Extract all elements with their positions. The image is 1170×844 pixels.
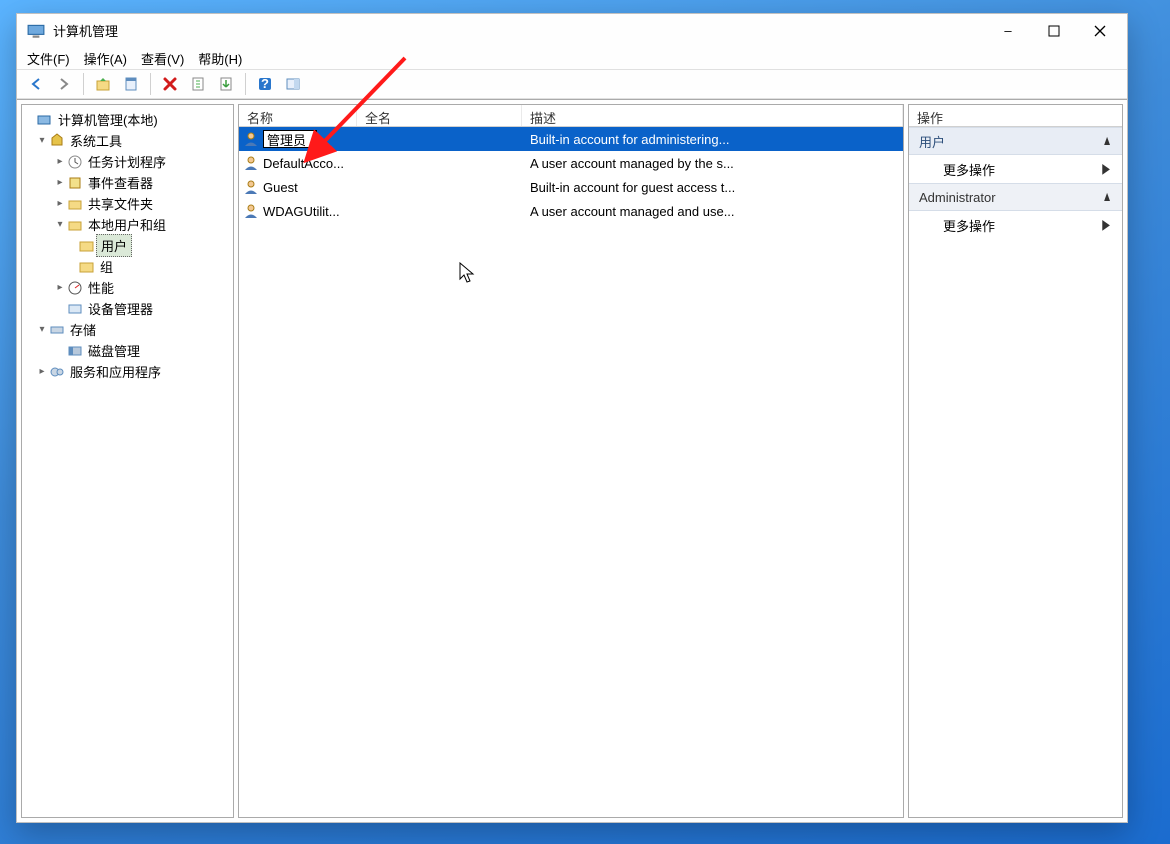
tree-groups[interactable]: 组 [24, 256, 231, 277]
tree-root[interactable]: 计算机管理(本地) [24, 109, 231, 130]
menubar: 文件(F) 操作(A) 查看(V) 帮助(H) [17, 47, 1127, 69]
tree-device-manager[interactable]: 设备管理器 [24, 298, 231, 319]
user-row-admin[interactable]: Built-in account for administering... [239, 127, 903, 151]
tree-users[interactable]: 用户 [24, 235, 231, 256]
delete-button[interactable] [157, 71, 183, 97]
user-icon [243, 155, 259, 171]
menu-help[interactable]: 帮助(H) [198, 49, 242, 68]
maximize-icon [1048, 25, 1060, 37]
column-name[interactable]: 名称 [239, 105, 357, 126]
submenu-icon: ▶ [1102, 161, 1110, 176]
toolbar: ? [17, 69, 1127, 99]
window-title: 计算机管理 [53, 21, 118, 40]
properties-button[interactable] [118, 71, 144, 97]
menu-action[interactable]: 操作(A) [84, 49, 127, 68]
collapse-icon: ▲ [1102, 133, 1112, 148]
app-icon [27, 22, 45, 40]
tree-event-viewer[interactable]: ▸事件查看器 [24, 172, 231, 193]
actions-item-more-1[interactable]: 更多操作▶ [909, 155, 1122, 183]
list-body[interactable]: Built-in account for administering... De… [239, 127, 903, 817]
maximize-button[interactable] [1031, 14, 1077, 47]
user-icon [243, 203, 259, 219]
refresh-button[interactable] [185, 71, 211, 97]
user-icon [243, 131, 259, 147]
tree-pane[interactable]: 计算机管理(本地) ▾系统工具 ▸任务计划程序 ▸事件查看器 ▸共享文件夹 ▾本… [21, 104, 234, 818]
list-header: 名称 全名 描述 [239, 105, 903, 127]
tree-performance[interactable]: ▸性能 [24, 277, 231, 298]
computer-management-window: 计算机管理 – 文件(F) 操作(A) 查看(V) 帮助(H) ? [16, 13, 1128, 823]
column-desc[interactable]: 描述 [522, 105, 903, 126]
close-icon [1094, 25, 1106, 37]
actions-pane: 操作 用户▲ 更多操作▶ Administrator▲ 更多操作▶ [908, 104, 1123, 818]
tree-storage[interactable]: ▾存储 [24, 319, 231, 340]
minimize-button[interactable]: – [985, 14, 1031, 47]
tree-shared-folders[interactable]: ▸共享文件夹 [24, 193, 231, 214]
help-button[interactable]: ? [252, 71, 278, 97]
user-icon [243, 179, 259, 195]
column-fullname[interactable]: 全名 [357, 105, 522, 126]
back-button[interactable] [23, 71, 49, 97]
main-body: 计算机管理(本地) ▾系统工具 ▸任务计划程序 ▸事件查看器 ▸共享文件夹 ▾本… [17, 99, 1127, 822]
menu-file[interactable]: 文件(F) [27, 49, 70, 68]
tree-services-apps[interactable]: ▸服务和应用程序 [24, 361, 231, 382]
actions-section-administrator[interactable]: Administrator▲ [909, 183, 1122, 211]
user-row-wdagutility[interactable]: WDAGUtilit... A user account managed and… [239, 199, 903, 223]
list-pane: 名称 全名 描述 Built-in account for administer… [238, 104, 904, 818]
show-actions-button[interactable] [280, 71, 306, 97]
up-button[interactable] [90, 71, 116, 97]
tree-task-scheduler[interactable]: ▸任务计划程序 [24, 151, 231, 172]
export-button[interactable] [213, 71, 239, 97]
menu-view[interactable]: 查看(V) [141, 49, 184, 68]
actions-item-more-2[interactable]: 更多操作▶ [909, 211, 1122, 239]
cursor-icon [459, 262, 477, 284]
actions-section-users[interactable]: 用户▲ [909, 127, 1122, 155]
forward-button[interactable] [51, 71, 77, 97]
collapse-icon: ▲ [1102, 189, 1112, 204]
submenu-icon: ▶ [1102, 217, 1110, 232]
tree-local-users-groups[interactable]: ▾本地用户和组 [24, 214, 231, 235]
user-row-guest[interactable]: Guest Built-in account for guest access … [239, 175, 903, 199]
tree-disk-management[interactable]: 磁盘管理 [24, 340, 231, 361]
rename-input[interactable] [263, 130, 317, 148]
user-row-defaultaccount[interactable]: DefaultAcco... A user account managed by… [239, 151, 903, 175]
close-button[interactable] [1077, 14, 1123, 47]
actions-header: 操作 [909, 105, 1122, 127]
svg-text:?: ? [261, 76, 269, 91]
titlebar[interactable]: 计算机管理 – [17, 14, 1127, 47]
tree-system-tools[interactable]: ▾系统工具 [24, 130, 231, 151]
